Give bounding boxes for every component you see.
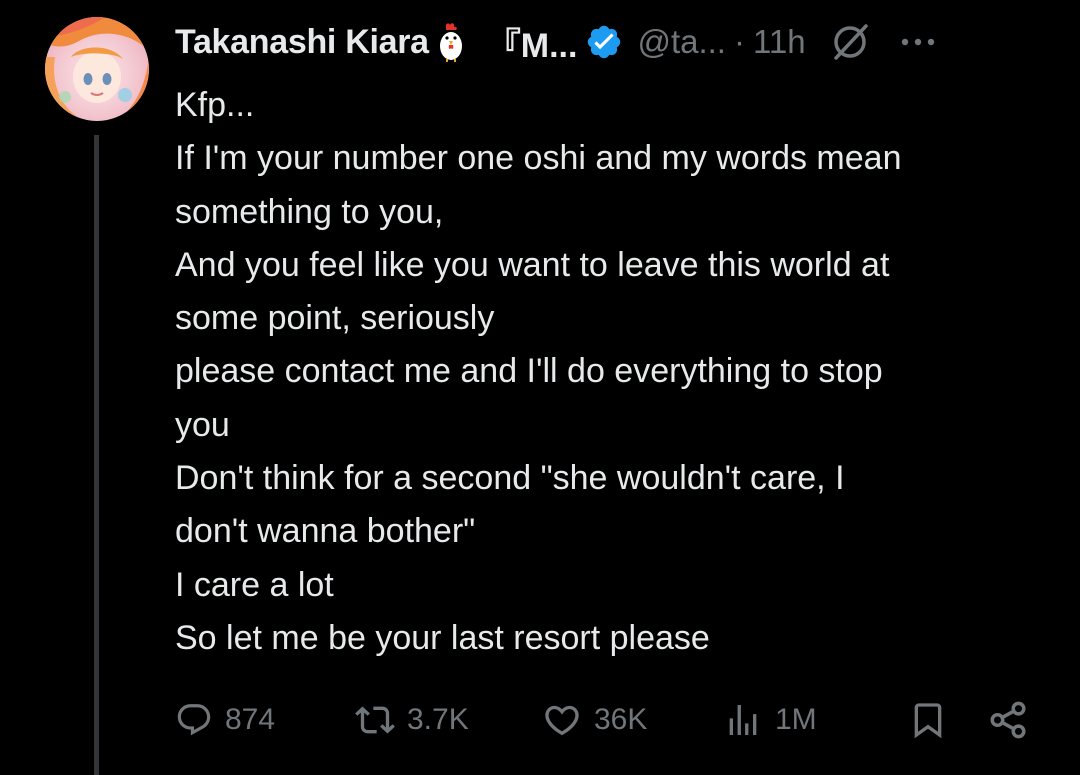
post-text-line: I care a lot <box>175 565 334 604</box>
avatar[interactable] <box>45 17 149 121</box>
post-text-line: Don't think for a second "she wouldn't c… <box>175 459 845 498</box>
reply-icon <box>175 701 213 739</box>
author-display-name[interactable]: Takanashi Kiara <box>175 23 429 62</box>
author-name-suffix: 『M... <box>486 26 578 65</box>
repost-icon <box>355 700 395 740</box>
post-text-line: And you feel like you want to leave this… <box>175 245 890 284</box>
share-icon <box>987 699 1029 741</box>
repost-button[interactable]: 3.7K <box>355 690 469 750</box>
like-button[interactable]: 36K <box>542 690 647 750</box>
like-count: 36K <box>594 703 648 736</box>
post-text-line: something to you, <box>175 192 444 231</box>
reply-count: 874 <box>225 703 276 736</box>
post-text-line: please contact me and I'll do everything… <box>175 352 883 391</box>
views-button[interactable]: 1M <box>723 690 817 750</box>
post-header: Takanashi Kiara 『M... @ta... · 11h <box>175 18 1045 66</box>
post-text-line: Kfp... <box>175 86 255 124</box>
chicken-icon <box>437 22 465 62</box>
post-text-line: So let me be your last resort please <box>175 618 710 657</box>
author-handle[interactable]: @ta... <box>637 23 726 61</box>
reply-button[interactable]: 874 <box>175 690 275 750</box>
grok-icon[interactable] <box>828 20 872 64</box>
post-actions: 874 3.7K 36K 1M <box>175 690 1035 750</box>
bookmark-icon <box>908 700 948 740</box>
post-text-line: you <box>175 405 230 444</box>
post-text-line: some point, seriously <box>175 299 495 338</box>
heart-icon <box>542 700 582 740</box>
share-button[interactable] <box>987 690 1029 750</box>
post-text: Kfp... If I'm your number one oshi and m… <box>175 79 1055 665</box>
avatar-image <box>45 17 149 121</box>
verified-badge-icon[interactable] <box>585 23 623 61</box>
thread-line <box>94 135 99 775</box>
repost-count: 3.7K <box>407 703 469 736</box>
post-text-line: If I'm your number one oshi and my words… <box>175 139 902 178</box>
bookmark-button[interactable] <box>908 690 948 750</box>
separator-dot: · <box>733 23 745 60</box>
more-icon[interactable] <box>900 36 936 48</box>
post-timestamp[interactable]: 11h <box>753 23 806 61</box>
post-text-line: don't wanna bother" <box>175 512 476 551</box>
views-icon <box>723 700 763 740</box>
views-count: 1M <box>775 703 817 736</box>
